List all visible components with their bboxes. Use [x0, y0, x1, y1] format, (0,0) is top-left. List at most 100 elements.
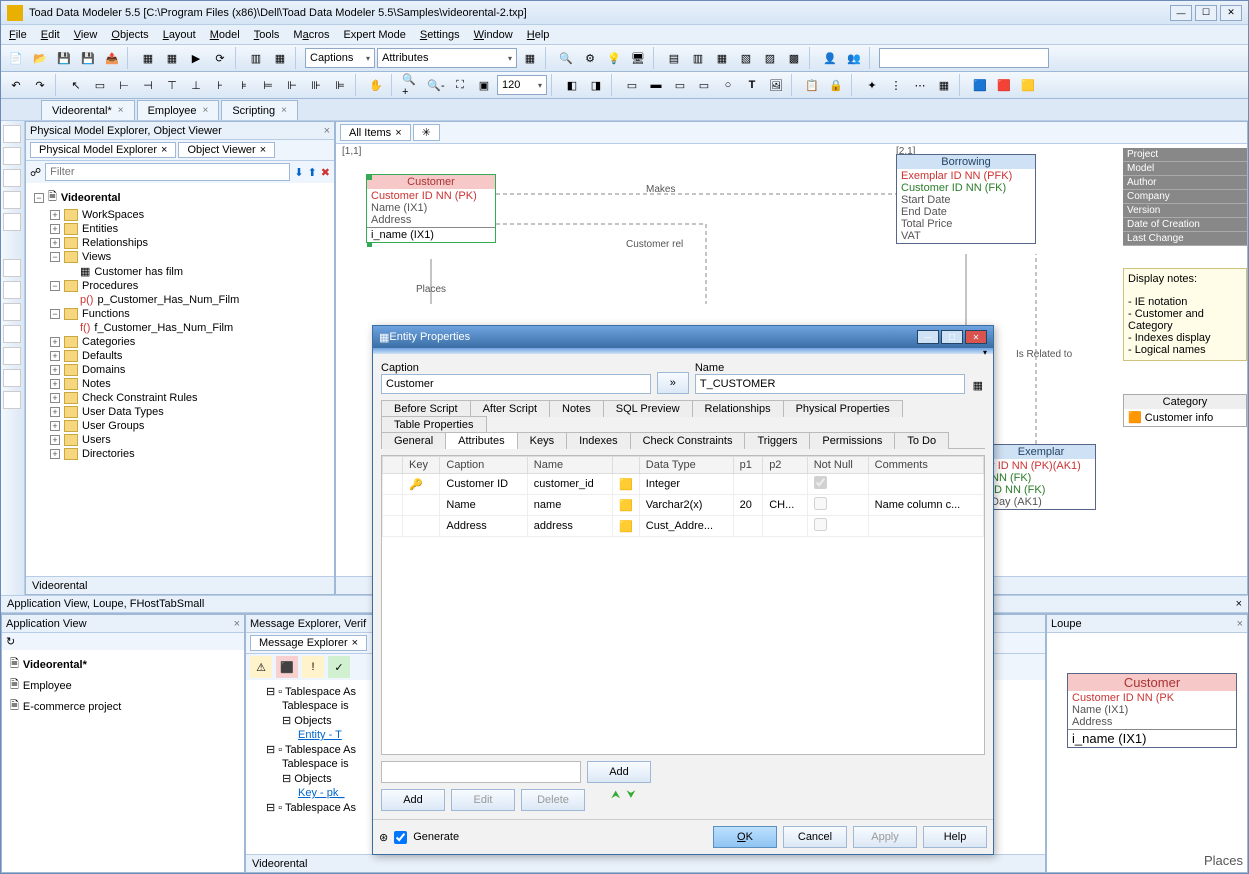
filter-icon[interactable]: ☍ — [30, 166, 41, 179]
filter-clear-icon[interactable]: ✖ — [321, 166, 330, 179]
tab-notes[interactable]: Notes — [549, 400, 604, 417]
find-icon[interactable]: 🔍 — [555, 47, 577, 69]
align5-icon[interactable]: ▨ — [759, 47, 781, 69]
bulb-icon[interactable]: 💡 — [603, 47, 625, 69]
tab-permissions[interactable]: Permissions — [809, 432, 895, 449]
entity-borrowing[interactable]: Borrowing Exemplar ID NN (PFK) Customer … — [896, 154, 1036, 244]
vtool-8[interactable] — [3, 303, 21, 321]
sync-button[interactable]: » — [657, 372, 689, 394]
refresh-icon[interactable]: ↻ — [6, 635, 15, 648]
hand-icon[interactable]: ✋ — [365, 74, 387, 96]
rel7-icon[interactable]: ⊨ — [257, 74, 279, 96]
attributes-combo[interactable]: Attributes — [377, 48, 517, 68]
save-all-icon[interactable]: 💾 — [77, 47, 99, 69]
shape4-icon[interactable]: ▭ — [693, 74, 715, 96]
layer2-icon[interactable]: ◨ — [585, 74, 607, 96]
refresh-icon[interactable]: ⟳ — [209, 47, 231, 69]
vtool-5[interactable] — [3, 213, 21, 231]
filter-up-icon[interactable]: ⬆ — [308, 166, 317, 179]
tab-object-viewer[interactable]: Object Viewer× — [178, 142, 275, 158]
menu-objects[interactable]: Objects — [111, 29, 148, 41]
apply-button[interactable]: Apply — [853, 826, 917, 848]
delete-button[interactable]: Delete — [521, 789, 585, 811]
vtool-9[interactable] — [3, 325, 21, 343]
tab-videorental[interactable]: Videorental*× — [41, 100, 135, 120]
stamp-icon[interactable]: 📋 — [801, 74, 823, 96]
vtool-7[interactable] — [3, 281, 21, 299]
vtool-12[interactable] — [3, 391, 21, 409]
rel8-icon[interactable]: ⊩ — [281, 74, 303, 96]
rel4-icon[interactable]: ⊥ — [185, 74, 207, 96]
align-icon[interactable]: ▤ — [663, 47, 685, 69]
generate-checkbox[interactable] — [394, 831, 407, 844]
tab-attributes[interactable]: Attributes — [445, 432, 517, 449]
menu-model[interactable]: Model — [210, 29, 240, 41]
tab-scripting[interactable]: Scripting× — [221, 100, 298, 120]
zoom-in-icon[interactable]: 🔍+ — [401, 74, 423, 96]
close-icon[interactable]: × — [234, 618, 240, 630]
menu-view[interactable]: View — [74, 29, 98, 41]
dialog-minimize-button[interactable]: — — [917, 330, 939, 344]
filter-down-icon[interactable]: ⬇ — [294, 166, 303, 179]
tab-physical-properties[interactable]: Physical Properties — [783, 400, 903, 417]
close-icon[interactable]: × — [324, 125, 330, 137]
dialog-titlebar[interactable]: ▦ Entity Properties — ☐ ✕ — [373, 326, 993, 348]
opt3-icon[interactable]: ⋯ — [909, 74, 931, 96]
vtool-3[interactable] — [3, 169, 21, 187]
menu-expert[interactable]: Expert Mode — [343, 29, 405, 41]
zoom-combo[interactable]: 120 — [497, 75, 547, 95]
edit-button[interactable]: Edit — [451, 789, 515, 811]
close-icon[interactable]: × — [118, 105, 124, 116]
add-button[interactable]: Add — [381, 789, 445, 811]
shape2-icon[interactable]: ▬ — [645, 74, 667, 96]
help-button[interactable]: Help — [923, 826, 987, 848]
vtool-11[interactable] — [3, 369, 21, 387]
menu-macros[interactable]: Macros — [293, 29, 329, 41]
close-icon[interactable]: × — [281, 105, 287, 116]
opt4-icon[interactable]: ▦ — [933, 74, 955, 96]
tab-employee[interactable]: Employee× — [137, 100, 220, 120]
redo-icon[interactable]: ↷ — [29, 74, 51, 96]
rel5-icon[interactable]: ⊦ — [209, 74, 231, 96]
run-icon[interactable]: ▶ — [185, 47, 207, 69]
move-up-icon[interactable]: ⮝ — [611, 789, 620, 811]
close-icon[interactable]: × — [1236, 598, 1242, 610]
ok-button[interactable]: OK — [713, 826, 777, 848]
table-icon[interactable]: ▦ — [269, 47, 291, 69]
text-icon[interactable]: T — [741, 74, 763, 96]
rel3-icon[interactable]: ⊤ — [161, 74, 183, 96]
tab-general[interactable]: General — [381, 432, 446, 449]
tab-triggers[interactable]: Triggers — [744, 432, 810, 449]
tab-before-script[interactable]: Before Script — [381, 400, 471, 417]
rel2-icon[interactable]: ⊣ — [137, 74, 159, 96]
tab-indexes[interactable]: Indexes — [566, 432, 631, 449]
quick-add-button[interactable]: Add — [587, 761, 651, 783]
menu-tools[interactable]: Tools — [254, 29, 280, 41]
align3-icon[interactable]: ▦ — [711, 47, 733, 69]
shape5-icon[interactable]: ○ — [717, 74, 739, 96]
vtool-1[interactable] — [3, 125, 21, 143]
tab-table-properties[interactable]: Table Properties — [381, 416, 487, 433]
tab-all-items[interactable]: All Items× — [340, 124, 411, 141]
dialog-maximize-button[interactable]: ☐ — [941, 330, 963, 344]
msg-filter-1[interactable]: ⚠ — [250, 656, 272, 678]
save-icon[interactable]: 💾 — [53, 47, 75, 69]
menu-file[interactable]: File — [9, 29, 27, 41]
zoom-fit-icon[interactable]: ⛶ — [449, 74, 471, 96]
tab-message-explorer[interactable]: Message Explorer× — [250, 635, 367, 651]
options-icon[interactable]: ⊛ — [379, 831, 388, 844]
menu-edit[interactable]: Edit — [41, 29, 60, 41]
attribute-row[interactable]: Addressaddress🟨Cust_Addre... — [383, 516, 984, 537]
screen-icon[interactable]: 🖥 — [627, 47, 649, 69]
gear-icon[interactable]: ⚙ — [579, 47, 601, 69]
filter-input[interactable] — [45, 163, 290, 181]
rel1-icon[interactable]: ⊢ — [113, 74, 135, 96]
opt1-icon[interactable]: ✦ — [861, 74, 883, 96]
opt2-icon[interactable]: ⋮ — [885, 74, 907, 96]
grid-icon[interactable]: ▥ — [245, 47, 267, 69]
attributes-grid[interactable]: Key Caption Name Data Type p1 p2 Not Nul… — [381, 455, 985, 755]
tab-after-script[interactable]: After Script — [470, 400, 550, 417]
rel10-icon[interactable]: ⊫ — [329, 74, 351, 96]
vtool-2[interactable] — [3, 147, 21, 165]
shape3-icon[interactable]: ▭ — [669, 74, 691, 96]
